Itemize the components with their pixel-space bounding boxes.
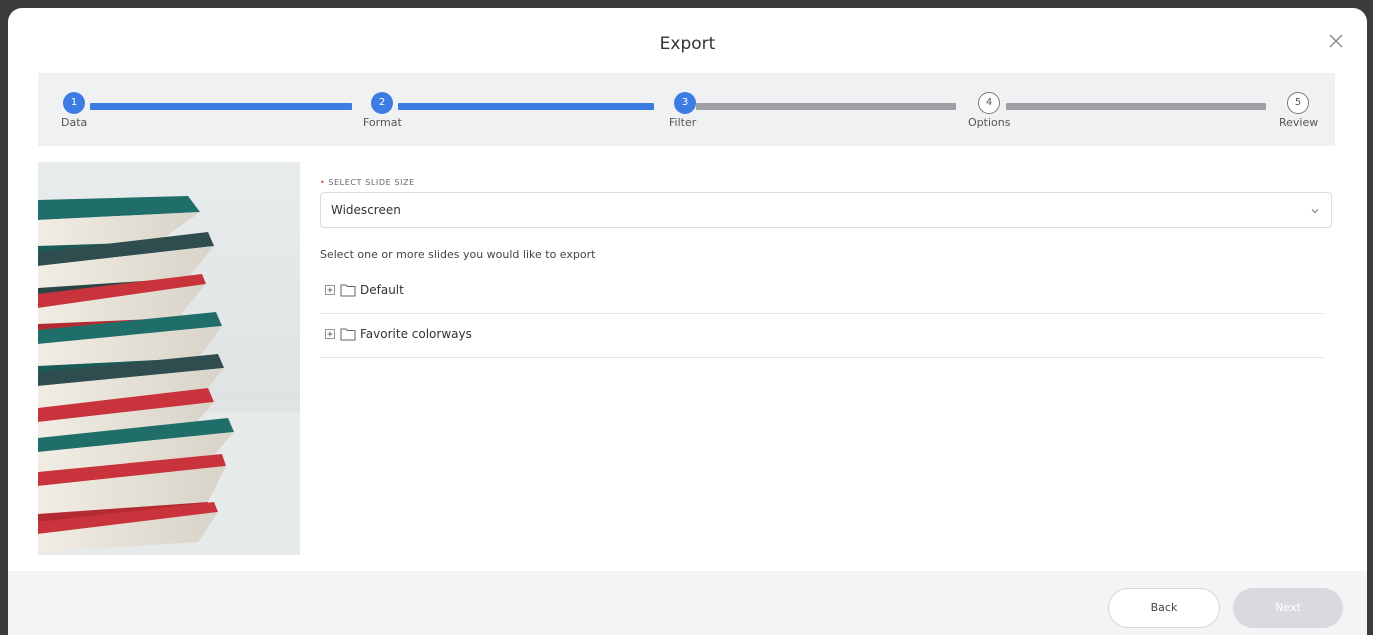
close-icon [1329, 34, 1343, 48]
plus-square-icon[interactable] [325, 285, 335, 295]
slide-size-value: Widescreen [331, 203, 401, 217]
step-label: Review [1279, 116, 1319, 129]
close-button[interactable] [1327, 32, 1345, 50]
step-number: 1 [63, 92, 85, 114]
dialog-footer: Back Next [8, 571, 1367, 635]
tree-item-label: Favorite colorways [360, 327, 472, 341]
step-connector-1-2 [90, 103, 352, 110]
stepper: 1 Data 2 Format 3 Filter 4 Options 5 Rev… [38, 73, 1335, 146]
required-marker: • [320, 178, 326, 187]
step-label: Options [968, 116, 1011, 129]
export-hint: Select one or more slides you would like… [320, 248, 596, 261]
step-number: 5 [1287, 92, 1309, 114]
step-number: 2 [371, 92, 393, 114]
chevron-down-icon [1311, 209, 1319, 214]
step-number: 4 [978, 92, 1000, 114]
back-button[interactable]: Back [1108, 588, 1220, 628]
tree-item-label: Default [360, 283, 404, 297]
slide-size-select[interactable]: Widescreen [320, 192, 1332, 228]
dialog-title: Export [659, 34, 716, 54]
next-button[interactable]: Next [1233, 588, 1343, 628]
step-label: Data [61, 116, 88, 129]
slide-size-label-text: SELECT SLIDE SIZE [328, 178, 415, 187]
tree-item-default[interactable]: Default [320, 270, 1323, 314]
step-connector-4-5 [1006, 103, 1266, 110]
step-label: Filter [669, 116, 697, 129]
step-connector-3-4 [696, 103, 956, 110]
step-label: Format [363, 116, 402, 129]
slide-size-label: • SELECT SLIDE SIZE [320, 178, 415, 187]
folder-icon [340, 328, 356, 341]
export-dialog: Export 1 Data 2 Format 3 Filter 4 Option… [8, 8, 1367, 635]
plus-square-icon[interactable] [325, 329, 335, 339]
books-stack-image [38, 196, 300, 555]
tree-item-favorite-colorways[interactable]: Favorite colorways [320, 314, 1323, 358]
step-number: 3 [674, 92, 696, 114]
folder-icon [340, 284, 356, 297]
step-connector-2-3 [398, 103, 654, 110]
books-illustration [38, 162, 300, 555]
